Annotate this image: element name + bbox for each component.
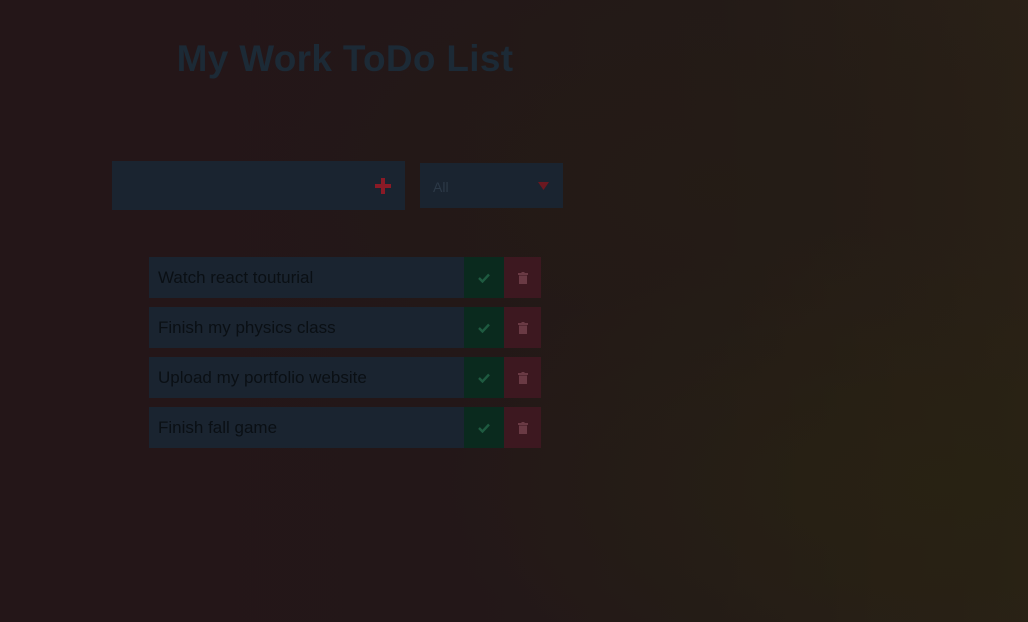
trash-icon <box>517 371 528 384</box>
delete-button[interactable] <box>504 407 541 448</box>
trash-icon <box>517 321 528 334</box>
todo-text: Watch react touturial <box>149 257 464 298</box>
delete-button[interactable] <box>504 307 541 348</box>
trash-icon <box>517 271 528 284</box>
caret-down-icon <box>538 182 549 190</box>
todo-form <box>112 161 405 210</box>
complete-button[interactable] <box>464 257 504 298</box>
complete-button[interactable] <box>464 307 504 348</box>
todo-item: Finish my physics class <box>149 307 541 348</box>
todo-text: Upload my portfolio website <box>149 357 464 398</box>
check-icon <box>478 423 490 433</box>
delete-button[interactable] <box>504 257 541 298</box>
page-title: My Work ToDo List <box>176 38 514 79</box>
check-icon <box>478 273 490 283</box>
delete-button[interactable] <box>504 357 541 398</box>
filter-selected-value: All <box>433 179 449 195</box>
check-icon <box>478 373 490 383</box>
todo-item: Finish fall game <box>149 407 541 448</box>
add-todo-button[interactable] <box>369 161 397 210</box>
check-icon <box>478 323 490 333</box>
complete-button[interactable] <box>464 407 504 448</box>
filter-select[interactable]: All <box>420 163 563 208</box>
complete-button[interactable] <box>464 357 504 398</box>
todo-item: Upload my portfolio website <box>149 357 541 398</box>
todo-item: Watch react touturial <box>149 257 541 298</box>
todo-text: Finish my physics class <box>149 307 464 348</box>
plus-icon <box>375 177 391 194</box>
todo-list: Watch react touturial Finish my physics … <box>149 257 541 457</box>
todo-text: Finish fall game <box>149 407 464 448</box>
todo-input[interactable] <box>112 161 362 210</box>
trash-icon <box>517 421 528 434</box>
